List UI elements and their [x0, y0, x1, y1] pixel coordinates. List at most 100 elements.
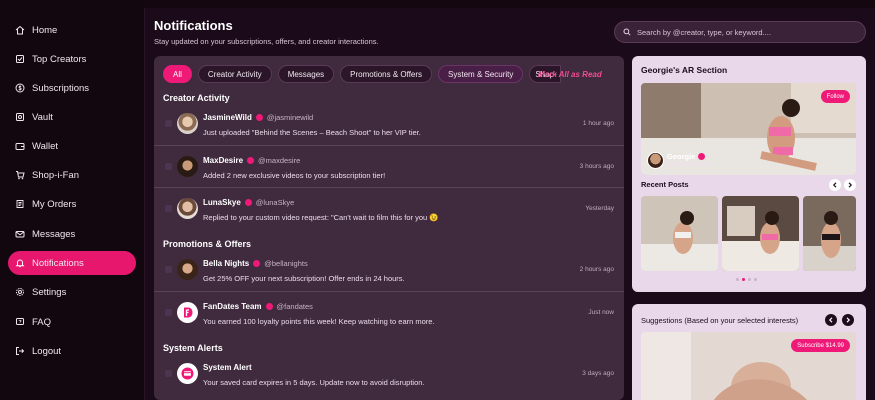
main-area: Notifications Stay updated on your subsc…	[145, 0, 875, 400]
fandates-logo-icon	[177, 302, 198, 323]
notification-row[interactable]: System Alert Your saved card expires in …	[154, 353, 624, 395]
filter-chip-messages[interactable]: Messages	[277, 65, 335, 83]
sidebar-item-label: Vault	[32, 111, 53, 123]
subscribe-button[interactable]: Subscribe $14.99	[791, 339, 850, 352]
sidebar-item-subscriptions[interactable]: Subscriptions	[8, 76, 136, 100]
sidebar-item-notifications[interactable]: Notifications	[8, 251, 136, 275]
verified-icon	[247, 157, 255, 164]
carousel-dot[interactable]	[742, 278, 745, 281]
notification-row[interactable]: FanDates Team @fandates You earned 100 lo…	[154, 291, 624, 333]
post-photo	[722, 196, 799, 271]
gear-icon	[15, 287, 25, 297]
recent-post-thumbnail[interactable]	[722, 196, 799, 271]
mark-all-read-button[interactable]: Mark All as Read	[538, 70, 602, 79]
notification-time: 2 hours ago	[579, 266, 614, 273]
recent-prev-button[interactable]	[829, 179, 841, 191]
filter-chip-system-security[interactable]: System & Security	[438, 65, 524, 83]
sender-handle: @fandates	[276, 302, 313, 311]
sidebar-item-home[interactable]: Home	[8, 18, 136, 42]
creator-avatar	[647, 152, 664, 169]
vault-icon	[15, 112, 25, 122]
verified-icon	[255, 114, 263, 121]
sidebar-item-settings[interactable]: Settings	[8, 280, 136, 304]
star-icon	[15, 54, 25, 64]
notification-sender: FanDates Team @fandates	[203, 302, 313, 311]
sidebar-item-top-creators[interactable]: Top Creators	[8, 47, 136, 71]
notification-sender: System Alert	[203, 363, 252, 372]
row-checkbox[interactable]	[165, 309, 172, 316]
post-photo	[641, 196, 718, 271]
sender-name: LunaSkye	[203, 198, 241, 207]
avatar	[177, 113, 198, 134]
recent-post-thumbnail[interactable]	[641, 196, 718, 271]
verified-icon	[698, 153, 706, 160]
verified-icon	[265, 303, 273, 310]
notification-row[interactable]: LunaSkye @lunaSkye Replied to your custom…	[154, 187, 624, 229]
top-strip	[145, 0, 875, 8]
search-bar[interactable]	[614, 21, 866, 43]
notifications-panel: All Creator Activity Messages Promotions…	[154, 56, 624, 400]
cart-icon	[15, 170, 25, 180]
row-checkbox[interactable]	[165, 120, 172, 127]
notification-sender: LunaSkye @lunaSkye	[203, 198, 294, 207]
sidebar-item-label: Logout	[32, 345, 62, 357]
notification-time: Yesterday	[585, 205, 614, 212]
sidebar-item-label: Notifications	[32, 257, 84, 269]
recent-posts-heading: Recent Posts	[641, 180, 689, 189]
sidebar-item-wallet[interactable]: Wallet	[8, 134, 136, 158]
sidebar-item-shop[interactable]: Shop-i-Fan	[8, 163, 136, 187]
chevron-right-icon	[846, 317, 851, 323]
sidebar-item-label: Wallet	[32, 140, 59, 152]
suggestions-next-button[interactable]	[842, 314, 854, 326]
wallet-icon	[15, 141, 25, 151]
card-alert-icon	[177, 363, 198, 384]
hero-image[interactable]: Follow Georgie @georgie.official	[641, 83, 856, 175]
carousel-dot[interactable]	[754, 278, 757, 281]
chevron-left-icon	[828, 317, 833, 323]
filter-chips: All Creator Activity Messages Promotions…	[163, 65, 562, 83]
avatar	[177, 198, 198, 219]
sidebar-item-faq[interactable]: FAQ	[8, 310, 136, 334]
sidebar-item-messages[interactable]: Messages	[8, 222, 136, 246]
filter-chip-creator-activity[interactable]: Creator Activity	[197, 65, 272, 83]
carousel-dot[interactable]	[748, 278, 751, 281]
carousel-dot[interactable]	[736, 278, 739, 281]
notification-row[interactable]: MaxDesire @maxdesire Added 2 new exclusiv…	[154, 145, 624, 187]
sender-name: System Alert	[203, 363, 252, 372]
sidebar-top-strip	[0, 0, 145, 8]
recent-post-thumbnail[interactable]	[803, 196, 856, 271]
carousel-dots	[736, 278, 757, 281]
filter-chip-promotions[interactable]: Promotions & Offers	[340, 65, 433, 83]
section-heading-creator-activity: Creator Activity	[163, 93, 230, 103]
notification-sender: JasmineWild @jasminewild	[203, 113, 313, 122]
notification-row[interactable]: Bella Nights @bellanights Get 25% OFF you…	[154, 249, 624, 291]
sender-handle: @lunaSkye	[255, 198, 295, 207]
follow-button[interactable]: Follow	[820, 90, 850, 103]
search-input[interactable]	[637, 27, 857, 37]
row-checkbox[interactable]	[165, 163, 172, 170]
faq-icon	[15, 317, 25, 327]
sidebar-item-vault[interactable]: Vault	[8, 105, 136, 129]
row-checkbox[interactable]	[165, 205, 172, 212]
sidebar-item-label: Top Creators	[32, 53, 87, 65]
notification-sender: Bella Nights @bellanights	[203, 259, 308, 268]
suggestions-title: Suggestions (Based on your selected inte…	[641, 316, 799, 325]
recent-next-button[interactable]	[844, 179, 856, 191]
notification-time: 1 hour ago	[582, 120, 614, 127]
sender-handle: @maxdesire	[258, 156, 301, 165]
verified-icon	[244, 199, 252, 206]
notification-row[interactable]: JasmineWild @jasminewild Just uploaded "B…	[154, 103, 624, 145]
chevron-right-icon	[848, 182, 853, 188]
filter-chip-all[interactable]: All	[163, 65, 192, 83]
sidebar-item-label: Messages	[32, 228, 76, 240]
notification-message: Your saved card expires in 5 days. Updat…	[203, 378, 425, 387]
row-checkbox[interactable]	[165, 266, 172, 273]
sidebar-item-logout[interactable]: Logout	[8, 339, 136, 363]
sidebar-item-my-orders[interactable]: My Orders	[8, 192, 136, 216]
suggestion-image[interactable]: Subscribe $14.99	[641, 332, 856, 400]
logout-icon	[15, 346, 25, 356]
suggestions-prev-button[interactable]	[825, 314, 837, 326]
post-photo	[803, 196, 856, 271]
row-checkbox[interactable]	[165, 370, 172, 377]
notification-message: You earned 100 loyalty points this week!…	[203, 317, 435, 326]
